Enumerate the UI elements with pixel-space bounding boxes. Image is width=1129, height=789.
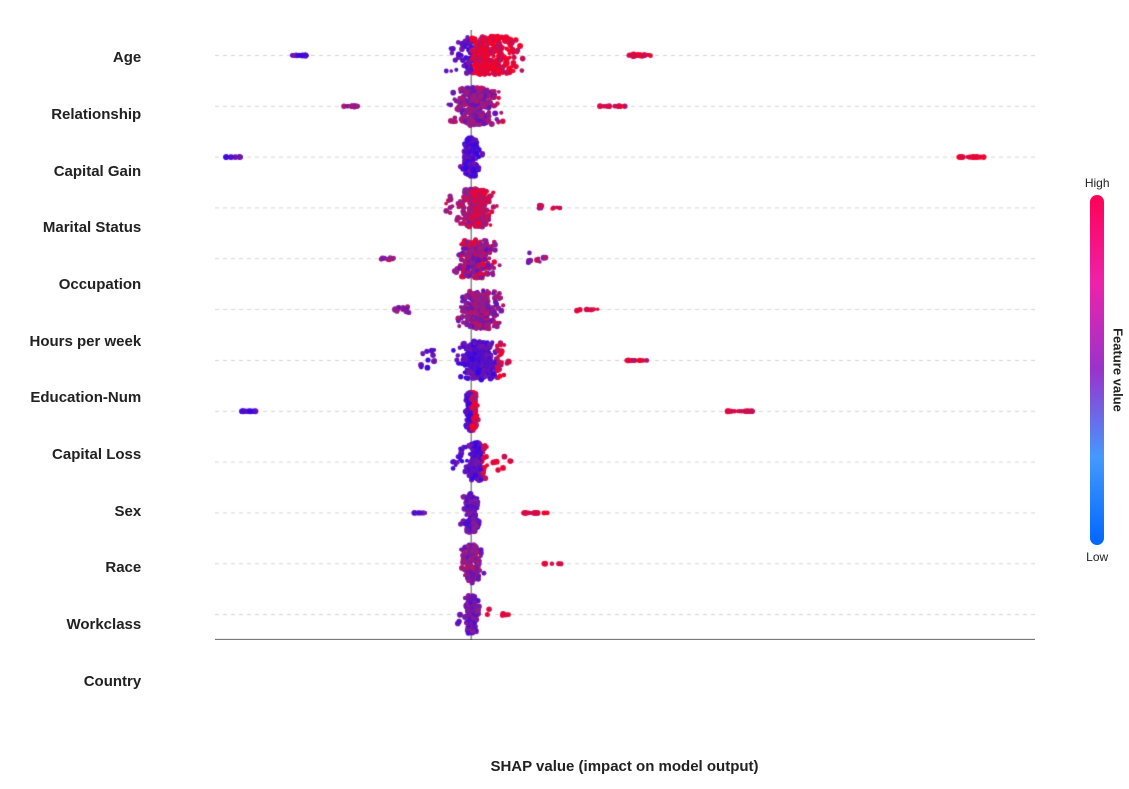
colorbar-title: Feature value bbox=[1110, 328, 1125, 412]
y-label-capital-loss: Capital Loss bbox=[30, 446, 152, 463]
plot-area: Age Relationship Capital Gain Marital St… bbox=[215, 30, 1035, 710]
y-axis-labels: Age Relationship Capital Gain Marital St… bbox=[30, 30, 152, 710]
colorbar-gradient bbox=[1090, 195, 1104, 545]
y-label-education-num: Education-Num bbox=[30, 389, 152, 406]
y-label-sex: Sex bbox=[30, 503, 152, 520]
y-label-occupation: Occupation bbox=[30, 276, 152, 293]
colorbar-area: High Low Feature value bbox=[1085, 30, 1110, 710]
colorbar-low-label: Low bbox=[1086, 550, 1108, 564]
y-label-marital-status: Marital Status bbox=[30, 219, 152, 236]
y-label-hours-per-week: Hours per week bbox=[30, 333, 152, 350]
y-label-age: Age bbox=[30, 49, 152, 66]
y-label-relationship: Relationship bbox=[30, 106, 152, 123]
main-chart-canvas bbox=[215, 30, 1035, 640]
chart-container: Age Relationship Capital Gain Marital St… bbox=[15, 10, 1115, 780]
y-label-capital-gain: Capital Gain bbox=[30, 163, 152, 180]
colorbar-high-label: High bbox=[1085, 176, 1110, 190]
y-label-workclass: Workclass bbox=[30, 616, 152, 633]
y-label-race: Race bbox=[30, 559, 152, 576]
y-label-country: Country bbox=[30, 673, 152, 690]
x-axis-title: SHAP value (impact on model output) bbox=[215, 758, 1035, 775]
